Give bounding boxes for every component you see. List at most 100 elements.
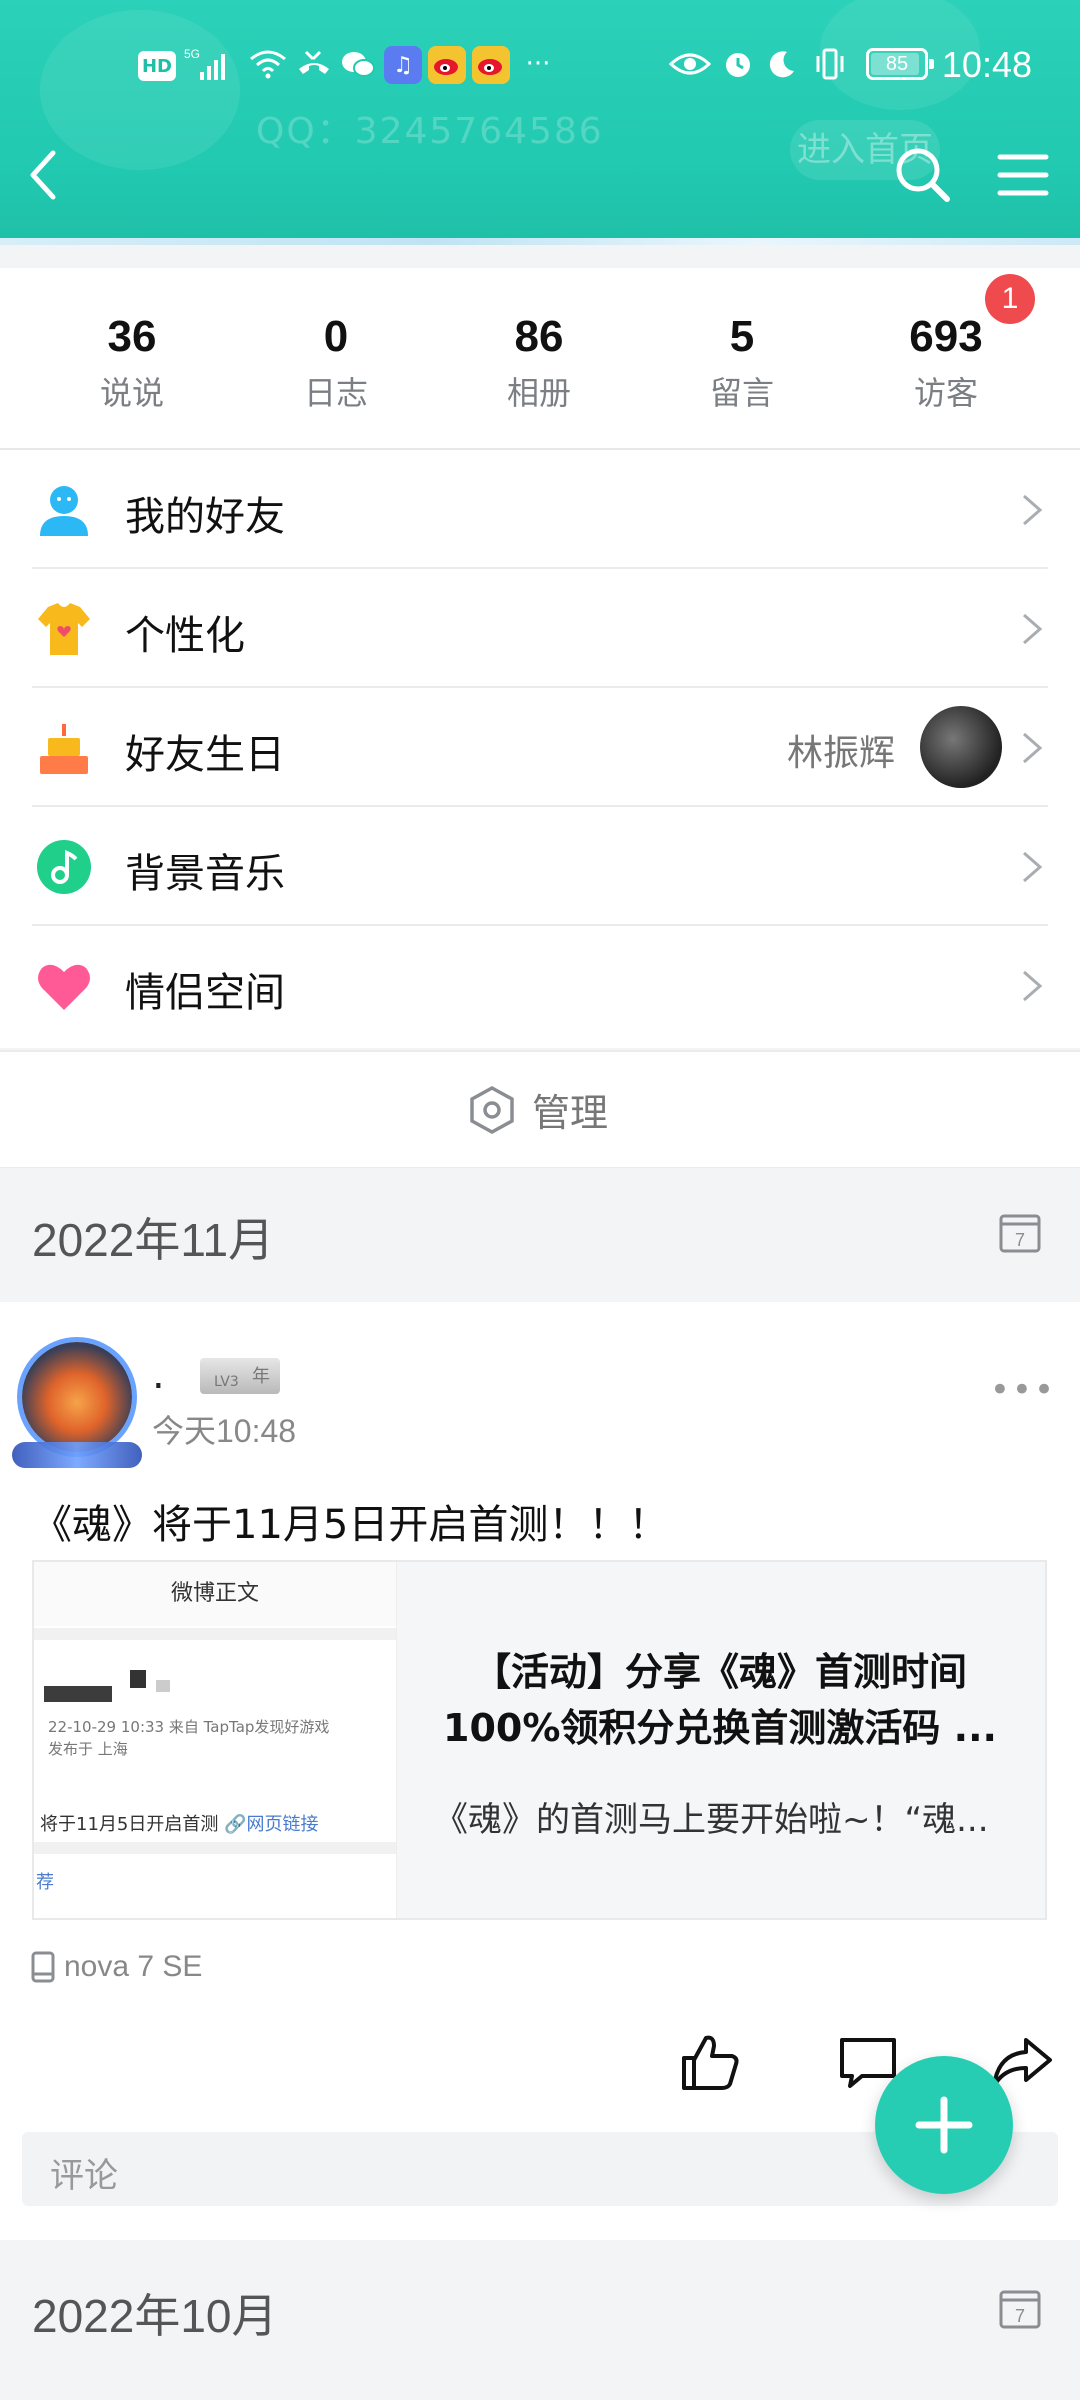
header-cloud [0,238,1080,245]
comment-placeholder: 评论 [50,2156,118,2196]
svg-text:7: 7 [1015,2306,1025,2326]
stat-label: 相册 [506,374,571,412]
hd-icon: HD [138,51,176,81]
stat-album[interactable]: 86 相册 [449,312,629,414]
visitor-badge: 1 [985,274,1035,324]
chevron-right-icon [1023,494,1043,526]
date-section-header: 2022年11月 7 [0,1168,1080,1298]
stat-value: 36 [107,312,157,361]
menu-item-label: 背景音乐 [125,851,285,897]
avatar-frame [12,1442,142,1468]
stat-shuoshuo[interactable]: 36 说说 [42,312,222,414]
menu-button[interactable] [988,140,1058,210]
thumb-header: 微博正文 [34,1562,396,1626]
menu-list: 我的好友 个性化 好友生日 林振辉 背景音乐 情侣空间 [0,450,1080,1048]
gear-icon [470,1085,514,1134]
search-icon [896,148,950,202]
thumb-link: 🔗网页链接 [224,1814,319,1835]
menu-item-friends[interactable]: 我的好友 [0,450,1080,569]
status-time: 10:48 [941,44,1032,85]
device-name: nova 7 SE [64,1950,203,1983]
menu-item-music[interactable]: 背景音乐 [0,807,1080,926]
menu-item-label: 情侣空间 [125,970,285,1016]
manage-label: 管理 [532,1091,609,1135]
alarm-icon [718,38,758,90]
manage-button[interactable]: 管理 [0,1050,1080,1169]
link-thumbnail: 微博正文 22-10-29 10:33 来自 TapTap发现好游戏 发布于 上… [34,1562,397,1918]
wifi-icon [248,38,288,90]
thumb-meta: 22-10-29 10:33 来自 TapTap发现好游戏 发布于 上海 [48,1716,329,1760]
back-arrow-icon [30,150,56,200]
stat-value: 0 [323,312,349,361]
heart-icon [38,964,90,1010]
svg-text:5G: 5G [184,47,200,61]
calendar-icon[interactable]: 7 [998,2286,1042,2330]
signal-icon: 5G [184,38,240,90]
music-icon [37,840,91,894]
status-bar: HD 5G ♫ ··· 85 10:48 [0,38,1080,94]
menu-item-personalize[interactable]: 个性化 [0,569,1080,688]
svg-text:7: 7 [1015,1230,1025,1250]
stat-messages[interactable]: 5 留言 [652,312,832,414]
eye-icon [668,38,712,90]
more-notifications-icon: ··· [525,49,551,79]
level-badge: LV3 年 [200,1358,280,1394]
battery-level: 85 [885,53,909,75]
menu-item-label: 我的好友 [125,494,285,540]
stat-label: 访客 [913,374,978,412]
thumb-recommend: 荐 [36,1872,54,1893]
chevron-right-icon [1023,970,1043,1002]
back-button[interactable] [8,140,78,210]
chevron-right-icon [1023,851,1043,883]
more-options-icon[interactable]: ••• [990,1370,1056,1410]
link-title: 【活动】分享《魂》首测时间100%领积分兑换首测激活码 ... [443,1650,997,1750]
vibrate-icon [810,38,850,90]
weibo-icon [428,46,466,84]
post-time: 今天10:48 [152,1413,297,1449]
friend-icon [40,486,88,536]
thumb-text-main: 将于11月5日开启首测 [40,1814,219,1835]
music-app-icon: ♫ [384,46,422,84]
menu-item-couple-space[interactable]: 情侣空间 [0,926,1080,1045]
phone-icon [31,1951,55,1983]
menu-item-label: 好友生日 [125,732,285,778]
blurred-block [156,1680,170,1692]
calendar-icon[interactable]: 7 [998,1210,1042,1254]
shared-link-card[interactable]: 微博正文 22-10-29 10:33 来自 TapTap发现好游戏 发布于 上… [32,1560,1047,1920]
stat-label: 日志 [303,374,368,412]
stat-blog[interactable]: 0 日志 [246,312,426,414]
device-info: nova 7 SE [30,1950,202,1984]
thumb-text: 将于11月5日开启首测 🔗网页链接 [40,1810,319,1836]
stat-value: 5 [729,312,755,361]
date-section-header: 2022年10月 7 [0,2244,1080,2374]
date-section-title: 2022年11月 [32,1214,275,1266]
menu-item-label: 个性化 [125,613,245,659]
wechat-icon [338,38,378,90]
blurred-block [130,1670,146,1688]
birthday-friend-name: 林振辉 [786,733,895,774]
watermark-qq: QQ：3245764586 [256,111,604,152]
personalize-icon [38,603,90,655]
search-button[interactable] [888,140,958,210]
friend-avatar [920,706,1002,788]
chevron-right-icon [1023,732,1043,764]
stat-label: 留言 [709,374,774,412]
missed-call-icon [294,38,334,90]
add-post-button[interactable] [875,2056,1013,2194]
post-author-avatar[interactable] [22,1342,132,1452]
link-description: 《魂》的首测马上要开始啦~！“魂... [434,1800,989,1840]
stats-bar: 36 说说 0 日志 86 相册 5 留言 693 访客 [0,268,1080,450]
menu-item-birthday[interactable]: 好友生日 林振辉 [0,688,1080,807]
blurred-block [44,1686,112,1702]
level-year: 年 [252,1366,270,1387]
like-icon[interactable] [678,2030,742,2094]
birthday-cake-icon [40,724,88,774]
weibo-icon [472,46,510,84]
stat-label: 说说 [99,374,164,412]
stat-visitors[interactable]: 693 访客 [856,312,1036,414]
chevron-right-icon [1023,613,1043,645]
thumb-meta-line: 22-10-29 10:33 来自 TapTap发现好游戏 [48,1718,330,1736]
thumb-meta-line: 发布于 上海 [48,1740,128,1758]
post-author-name[interactable]: . [152,1352,165,1398]
hamburger-icon [997,154,1049,196]
